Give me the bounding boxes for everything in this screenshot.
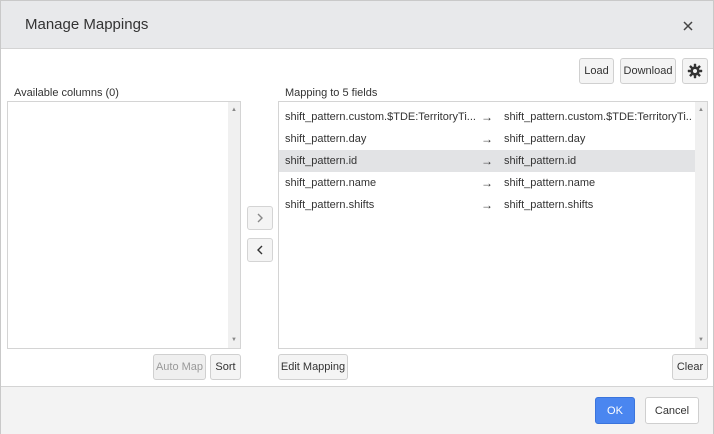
move-right-button[interactable]: [247, 206, 273, 230]
mapping-source: shift_pattern.id: [285, 155, 358, 167]
arrow-right-icon: →: [481, 176, 493, 190]
download-button[interactable]: Download: [620, 58, 676, 84]
ok-button[interactable]: OK: [595, 397, 635, 424]
mapping-source: shift_pattern.custom.$TDE:TerritoryTi...: [285, 111, 475, 123]
mapping-row[interactable]: shift_pattern.shifts → shift_pattern.shi…: [279, 194, 695, 216]
available-columns-label: Available columns (0): [14, 87, 119, 99]
auto-map-button[interactable]: Auto Map: [153, 354, 206, 380]
mapping-row[interactable]: shift_pattern.custom.$TDE:TerritoryTi...…: [279, 106, 695, 128]
arrow-right-icon: →: [481, 154, 493, 168]
mapping-source: shift_pattern.name: [285, 177, 377, 189]
manage-mappings-dialog: Manage Mappings Load Download Available …: [0, 0, 714, 434]
scroll-down-icon[interactable]: ▼: [228, 334, 240, 346]
move-left-button[interactable]: [247, 238, 273, 262]
mapping-source: shift_pattern.shifts: [285, 199, 375, 211]
mapping-target: shift_pattern.id: [504, 155, 577, 167]
dialog-header: Manage Mappings: [1, 1, 713, 49]
load-button[interactable]: Load: [579, 58, 614, 84]
available-columns-list[interactable]: ▲ ▼: [7, 101, 241, 349]
mapping-row-selected[interactable]: shift_pattern.id → shift_pattern.id: [279, 150, 695, 172]
mapping-target: shift_pattern.shifts: [504, 199, 594, 211]
mapping-scrollbar[interactable]: ▲ ▼: [695, 102, 707, 348]
edit-mapping-button[interactable]: Edit Mapping: [278, 354, 348, 380]
mapping-row[interactable]: shift_pattern.name → shift_pattern.name: [279, 172, 695, 194]
arrow-right-icon: →: [481, 132, 493, 146]
dialog-title: Manage Mappings: [25, 16, 149, 33]
arrow-right-icon: →: [481, 198, 493, 212]
close-icon: [683, 21, 693, 31]
available-columns-scrollbar[interactable]: ▲ ▼: [228, 102, 240, 348]
settings-button[interactable]: [682, 58, 708, 84]
mapping-target: shift_pattern.day: [504, 133, 586, 145]
gear-icon: [687, 63, 703, 79]
mapping-target: shift_pattern.name: [504, 177, 596, 189]
mapping-source: shift_pattern.day: [285, 133, 367, 145]
scroll-down-icon[interactable]: ▼: [695, 334, 707, 346]
scroll-up-icon[interactable]: ▲: [228, 104, 240, 116]
chevron-right-icon: [257, 213, 263, 223]
close-button[interactable]: [677, 15, 699, 37]
cancel-button[interactable]: Cancel: [645, 397, 699, 424]
mapping-fields-label: Mapping to 5 fields: [285, 87, 378, 99]
sort-button[interactable]: Sort: [210, 354, 241, 380]
mapping-list[interactable]: shift_pattern.custom.$TDE:TerritoryTi...…: [278, 101, 708, 349]
scroll-up-icon[interactable]: ▲: [695, 104, 707, 116]
clear-button[interactable]: Clear: [672, 354, 708, 380]
arrow-right-icon: →: [481, 110, 493, 124]
mapping-row[interactable]: shift_pattern.day → shift_pattern.day: [279, 128, 695, 150]
mapping-target: shift_pattern.custom.$TDE:TerritoryTi...: [504, 111, 692, 123]
chevron-left-icon: [257, 245, 263, 255]
